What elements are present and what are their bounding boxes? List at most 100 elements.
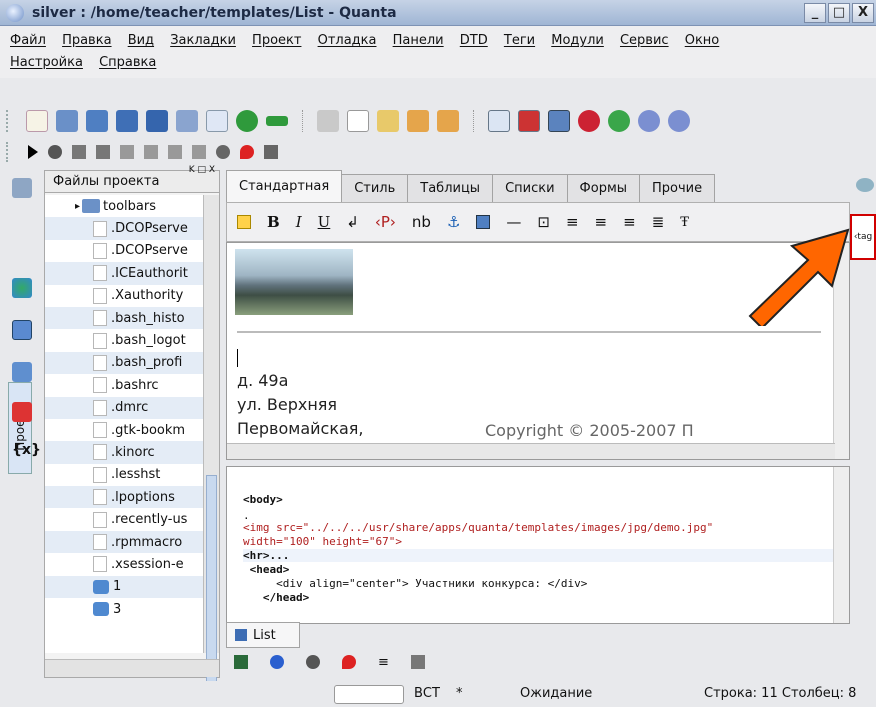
file-tree-row[interactable]: ▸ toolbars xyxy=(45,195,203,217)
open-folder-icon[interactable] xyxy=(56,110,78,132)
kill-icon[interactable] xyxy=(264,145,278,159)
maximize-button[interactable]: □ xyxy=(828,2,850,23)
align-left-icon[interactable]: ≡ xyxy=(566,213,579,231)
redo-icon[interactable] xyxy=(437,110,459,132)
run-icon[interactable] xyxy=(28,145,38,159)
menu-debug[interactable]: Отладка xyxy=(318,33,377,48)
menu-panels[interactable]: Панели xyxy=(393,33,444,48)
tab-lists[interactable]: Списки xyxy=(492,174,568,202)
add-icon[interactable] xyxy=(236,110,258,132)
undo-icon[interactable] xyxy=(407,110,429,132)
preview-browser-icon[interactable] xyxy=(578,110,600,132)
file-tree-row[interactable]: .kinorc xyxy=(45,441,203,464)
step-over-icon[interactable] xyxy=(120,145,134,159)
view-hscrollbar[interactable] xyxy=(227,443,835,459)
preview-icon[interactable] xyxy=(206,110,228,132)
menu-project[interactable]: Проект xyxy=(252,33,301,48)
tab-other[interactable]: Прочие xyxy=(639,174,716,202)
computer-icon[interactable] xyxy=(12,178,32,198)
tab-standard[interactable]: Стандартная xyxy=(226,170,343,202)
menu-plugins[interactable]: Модули xyxy=(551,33,604,48)
document-tab[interactable]: List xyxy=(226,622,300,648)
file-tree-scrollbar[interactable] xyxy=(203,195,219,695)
menu-tags[interactable]: Теги xyxy=(504,33,535,48)
menu-view[interactable]: Вид xyxy=(128,33,154,48)
remove-icon[interactable] xyxy=(266,116,288,126)
toolbar-grip[interactable] xyxy=(6,142,12,162)
file-tree-row[interactable]: .bash_histo xyxy=(45,306,203,330)
align-right-icon[interactable]: ≡ xyxy=(623,213,636,231)
step-icon[interactable] xyxy=(72,145,86,159)
paragraph-icon[interactable]: ‹P› xyxy=(375,213,396,231)
file-tree-row[interactable]: .bashrc xyxy=(45,374,203,396)
bold-button[interactable]: B xyxy=(267,213,280,231)
save-icon[interactable] xyxy=(116,110,138,132)
documentation-icon[interactable] xyxy=(12,362,32,382)
messages-icon[interactable] xyxy=(234,655,248,669)
list-icon[interactable]: ≡ xyxy=(378,655,389,670)
scripts-icon[interactable] xyxy=(12,402,32,422)
line-break-icon[interactable]: ↲ xyxy=(346,213,359,231)
toolbar-grip[interactable] xyxy=(6,110,12,132)
menu-dtd[interactable]: DTD xyxy=(460,33,488,48)
horizontal-rule-icon[interactable]: — xyxy=(506,213,521,231)
open-project-icon[interactable] xyxy=(86,110,108,132)
file-tree-row[interactable]: .recently-us xyxy=(45,508,203,530)
stop-icon[interactable] xyxy=(48,145,62,159)
paste-icon[interactable] xyxy=(377,110,399,132)
templates-icon[interactable] xyxy=(12,320,32,340)
close-button[interactable]: X xyxy=(852,2,874,23)
tab-style[interactable]: Стиль xyxy=(341,174,409,202)
file-tree-row[interactable]: .ICEauthorit xyxy=(45,262,203,285)
file-tree-row[interactable]: .gtk-bookm xyxy=(45,419,203,441)
cut-icon[interactable] xyxy=(317,110,339,132)
file-tree-row[interactable]: .bash_profi xyxy=(45,351,203,375)
source-view-icon[interactable] xyxy=(488,110,510,132)
align-justify-icon[interactable]: ≣ xyxy=(652,213,665,231)
comment-icon[interactable]: ⊡ xyxy=(537,213,550,231)
print-icon[interactable] xyxy=(176,110,198,132)
attribute-editor-icon[interactable] xyxy=(856,178,874,192)
image-icon[interactable] xyxy=(476,215,491,229)
file-tree-row[interactable]: .lesshst xyxy=(45,464,203,486)
variables-list-icon[interactable] xyxy=(410,655,425,669)
menu-tools[interactable]: Сервис xyxy=(620,33,669,48)
anchor-icon[interactable]: ⚓ xyxy=(447,213,460,231)
breakpoint-icon[interactable] xyxy=(216,145,230,159)
variables-icon[interactable]: {x} xyxy=(12,442,41,462)
copy-icon[interactable] xyxy=(347,110,369,132)
forward-icon[interactable] xyxy=(668,110,690,132)
info-icon[interactable] xyxy=(270,655,284,669)
menu-bookmarks[interactable]: Закладки xyxy=(170,33,236,48)
source-code-pane[interactable]: <body> . <img src="../../../usr/share/ap… xyxy=(226,466,850,624)
underline-button[interactable]: U xyxy=(318,213,331,231)
file-tree-row[interactable]: 3 xyxy=(45,598,203,620)
file-tree-row[interactable]: .lpoptions xyxy=(45,486,203,509)
leap-icon[interactable] xyxy=(192,145,206,159)
menu-file[interactable]: Файл xyxy=(10,33,46,48)
menu-help[interactable]: Справка xyxy=(99,55,156,70)
step-into-icon[interactable] xyxy=(96,145,110,159)
tab-forms[interactable]: Формы xyxy=(566,174,641,202)
refresh-icon[interactable] xyxy=(608,110,630,132)
align-center-icon[interactable]: ≡ xyxy=(595,213,608,231)
code-vscrollbar[interactable] xyxy=(833,467,849,623)
nbsp-button[interactable]: nb xyxy=(412,213,431,231)
file-tree-row[interactable]: 1 xyxy=(45,575,203,599)
file-tree-hscrollbar[interactable] xyxy=(45,659,219,677)
file-tree-row[interactable]: .dmrc xyxy=(45,396,203,419)
save-all-icon[interactable] xyxy=(146,110,168,132)
structure-icon[interactable] xyxy=(12,278,32,298)
italic-button[interactable]: I xyxy=(296,213,302,231)
font-icon[interactable]: Ŧ xyxy=(680,215,689,230)
watch-icon[interactable] xyxy=(240,145,254,159)
quickstart-icon[interactable] xyxy=(237,215,251,229)
file-tree-row[interactable]: .rpmmacro xyxy=(45,530,203,554)
minimize-button[interactable]: _ xyxy=(804,2,826,23)
file-tree-row[interactable]: .DCOPserve xyxy=(45,217,203,240)
skip-icon[interactable] xyxy=(168,145,182,159)
file-tree-row[interactable]: .xsession-e xyxy=(45,553,203,575)
step-out-icon[interactable] xyxy=(144,145,158,159)
file-tree-row[interactable]: .bash_logot xyxy=(45,329,203,351)
file-tree-row[interactable]: .DCOPserve xyxy=(45,240,203,262)
